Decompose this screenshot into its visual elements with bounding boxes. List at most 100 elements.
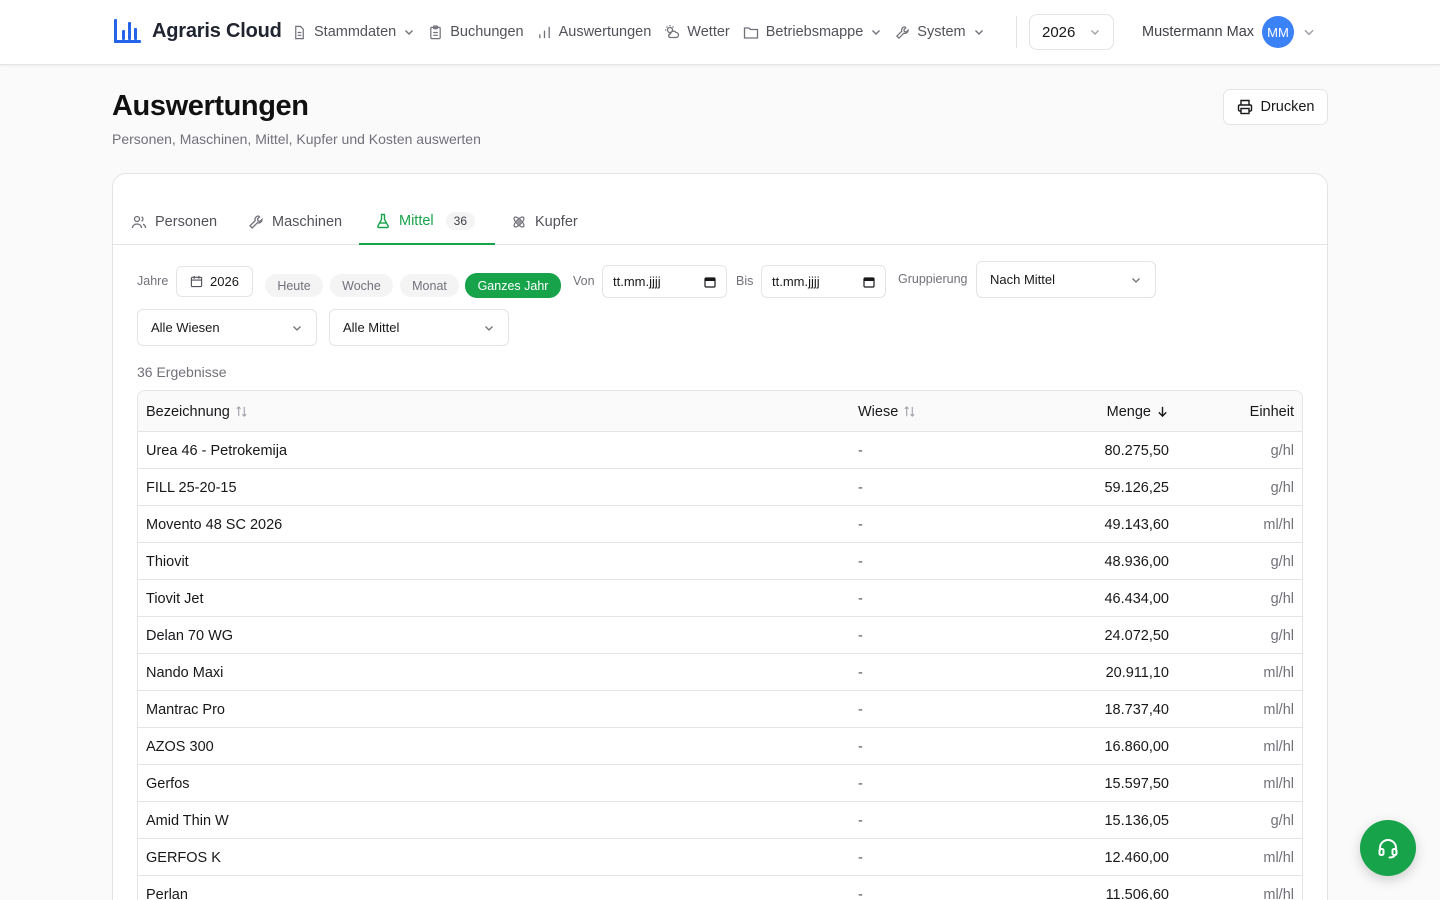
nav-label: System	[917, 24, 966, 40]
tab-bar: Personen Maschinen Mittel 36 Kupfer	[113, 198, 1327, 245]
cell-menge: 18.737,40	[1104, 701, 1169, 718]
nav-item-wetter[interactable]: Wetter	[664, 20, 730, 44]
jahre-select[interactable]: 2026	[176, 266, 253, 297]
wiesen-select[interactable]: Alle Wiesen	[137, 309, 317, 346]
table-row[interactable]: Mantrac Pro - 18.737,40 ml/hl	[138, 691, 1302, 728]
cell-wiese: -	[858, 553, 863, 570]
support-button[interactable]	[1360, 820, 1416, 876]
table-row[interactable]: Amid Thin W - 15.136,05 g/hl	[138, 802, 1302, 839]
mittel-select[interactable]: Alle Mittel	[329, 309, 509, 346]
table-row[interactable]: Urea 46 - Petrokemija - 80.275,50 g/hl	[138, 432, 1302, 469]
nav-item-auswertungen[interactable]: Auswertungen	[537, 20, 652, 44]
cell-einheit: ml/hl	[1263, 664, 1294, 681]
chevron-down-icon	[974, 30, 983, 35]
chevron-down-icon	[293, 325, 301, 331]
evaluation-card: Personen Maschinen Mittel 36 Kupfer Jahr…	[112, 173, 1328, 900]
results-table: Bezeichnung Wiese Menge Einheit Urea 46 …	[137, 390, 1303, 900]
table-row[interactable]: AZOS 300 - 16.860,00 ml/hl	[138, 728, 1302, 765]
cell-bezeichnung: Urea 46 - Petrokemija	[146, 442, 288, 459]
cell-wiese: -	[858, 701, 863, 718]
tab-kupfer[interactable]: Kupfer	[495, 198, 594, 245]
cell-einheit: ml/hl	[1263, 886, 1294, 900]
main-nav: Stammdaten Buchungen Auswertungen Wetter…	[292, 20, 998, 44]
cell-einheit: g/hl	[1270, 590, 1294, 607]
quick-filter-woche[interactable]: Woche	[330, 274, 393, 297]
table-row[interactable]: Perlan - 11.506,60 ml/hl	[138, 876, 1302, 900]
print-button-label: Drucken	[1260, 99, 1315, 115]
nav-item-system[interactable]: System	[895, 20, 984, 44]
top-navigation-bar: Agraris Cloud Stammdaten Buchungen Auswe…	[0, 0, 1440, 65]
nav-item-betriebsmappe[interactable]: Betriebsmappe	[743, 20, 883, 44]
cell-einheit: g/hl	[1270, 812, 1294, 829]
table-row[interactable]: Nando Maxi - 20.911,10 ml/hl	[138, 654, 1302, 691]
table-row[interactable]: FILL 25-20-15 - 59.126,25 g/hl	[138, 469, 1302, 506]
von-date-input[interactable]: tt.mm.jjjj	[602, 265, 727, 298]
cell-bezeichnung: Gerfos	[146, 775, 190, 792]
bis-placeholder: tt.mm.jjjj	[772, 274, 820, 289]
cell-wiese: -	[858, 886, 863, 900]
cell-bezeichnung: FILL 25-20-15	[146, 479, 237, 496]
calendar-icon	[863, 276, 875, 288]
headset-icon	[1378, 839, 1398, 859]
column-header-label: Menge	[1106, 403, 1151, 420]
nav-divider	[1016, 16, 1017, 48]
table-header: Bezeichnung Wiese Menge Einheit	[138, 391, 1302, 432]
cell-wiese: -	[858, 590, 863, 607]
table-row[interactable]: Movento 48 SC 2026 - 49.143,60 ml/hl	[138, 506, 1302, 543]
tab-label: Mittel	[399, 212, 434, 229]
cell-menge: 59.126,25	[1104, 479, 1169, 496]
bis-label: Bis	[736, 274, 754, 288]
table-row[interactable]: Delan 70 WG - 24.072,50 g/hl	[138, 617, 1302, 654]
cell-menge: 46.434,00	[1104, 590, 1169, 607]
chevron-down-icon	[1304, 29, 1314, 36]
flask-icon	[377, 213, 389, 228]
cell-wiese: -	[858, 516, 863, 533]
cell-wiese: -	[858, 442, 863, 459]
nav-item-buchungen[interactable]: Buchungen	[428, 20, 524, 44]
chevron-down-icon	[1132, 277, 1140, 283]
cell-einheit: ml/hl	[1263, 849, 1294, 866]
table-row[interactable]: Thiovit - 48.936,00 g/hl	[138, 543, 1302, 580]
column-header-label: Bezeichnung	[146, 403, 230, 420]
cell-bezeichnung: Thiovit	[146, 553, 189, 570]
mittel-value: Alle Mittel	[343, 320, 400, 335]
column-header-menge[interactable]: Menge	[1107, 391, 1169, 432]
cell-wiese: -	[858, 775, 863, 792]
table-row[interactable]: GERFOS K - 12.460,00 ml/hl	[138, 839, 1302, 876]
user-menu[interactable]: Mustermann Max MM	[1142, 16, 1316, 48]
bar-chart-icon	[538, 26, 550, 38]
bis-date-input[interactable]: tt.mm.jjjj	[761, 265, 886, 298]
quick-filter-monat[interactable]: Monat	[400, 274, 459, 297]
column-header-wiese[interactable]: Wiese	[858, 391, 916, 432]
tab-maschinen[interactable]: Maschinen	[232, 198, 358, 245]
tab-mittel[interactable]: Mittel 36	[359, 198, 495, 245]
year-select[interactable]: 2026	[1029, 14, 1114, 50]
cell-einheit: ml/hl	[1263, 775, 1294, 792]
tab-personen[interactable]: Personen	[115, 198, 233, 245]
brand-name: Agraris Cloud	[152, 19, 282, 42]
column-header-label: Einheit	[1249, 403, 1294, 420]
cell-menge: 16.860,00	[1104, 738, 1169, 755]
cell-wiese: -	[858, 664, 863, 681]
bar-chart-logo-icon	[114, 19, 141, 43]
quick-filter-ganzes-jahr[interactable]: Ganzes Jahr	[465, 273, 561, 298]
table-row[interactable]: Gerfos - 15.597,50 ml/hl	[138, 765, 1302, 802]
quick-filter-heute[interactable]: Heute	[265, 274, 323, 297]
gruppierung-select[interactable]: Nach Mittel	[976, 261, 1156, 298]
tab-count-badge: 36	[445, 211, 476, 230]
table-row[interactable]: Tiovit Jet - 46.434,00 g/hl	[138, 580, 1302, 617]
column-header-bezeichnung[interactable]: Bezeichnung	[146, 391, 248, 432]
arrow-down-icon	[1158, 406, 1167, 418]
cell-menge: 48.936,00	[1104, 553, 1169, 570]
cell-menge: 11.506,60	[1105, 886, 1169, 900]
nav-label: Auswertungen	[558, 24, 652, 40]
cell-bezeichnung: Movento 48 SC 2026	[146, 516, 283, 533]
jahre-label: Jahre	[137, 274, 169, 288]
cell-einheit: ml/hl	[1263, 738, 1294, 755]
cell-bezeichnung: GERFOS K	[146, 849, 221, 866]
cell-wiese: -	[858, 812, 863, 829]
brand[interactable]: Agraris Cloud	[113, 17, 282, 45]
print-button[interactable]: Drucken	[1223, 89, 1328, 125]
cell-bezeichnung: Mantrac Pro	[146, 701, 225, 718]
nav-item-stammdaten[interactable]: Stammdaten	[292, 20, 415, 44]
